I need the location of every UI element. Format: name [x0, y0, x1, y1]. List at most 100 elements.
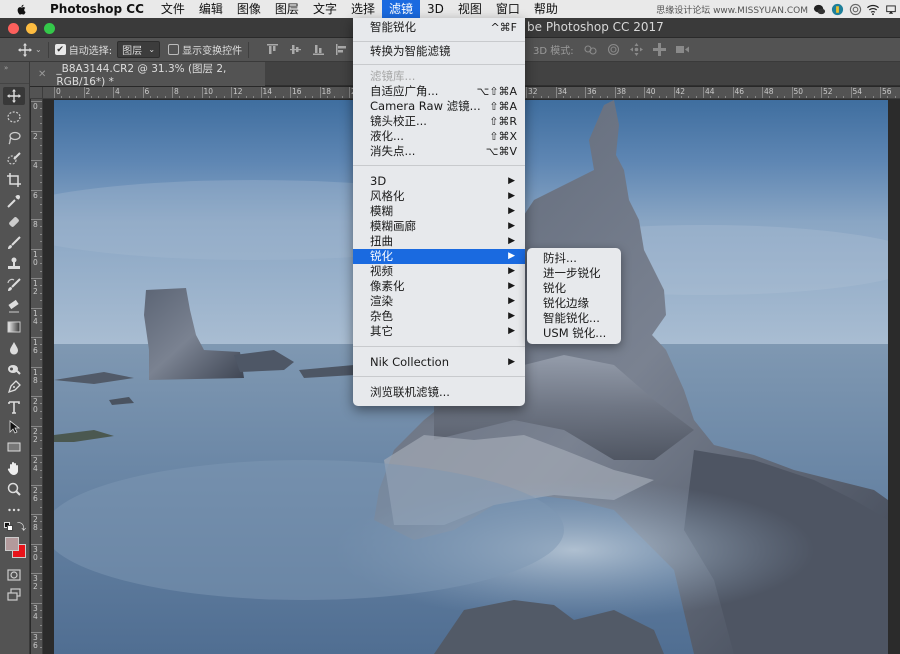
submenu-arrow-icon: ▶ — [508, 311, 515, 321]
history-brush-tool[interactable] — [3, 276, 25, 294]
ruler-label: 14 — [33, 308, 38, 326]
wifi-icon[interactable] — [866, 2, 880, 16]
auto-select-target-dropdown[interactable]: 图层 ⌄ — [117, 41, 161, 58]
menu-item-video[interactable]: 视频 ▶ — [353, 264, 525, 279]
align-left-icon[interactable] — [336, 44, 347, 55]
blur-tool[interactable] — [3, 339, 25, 357]
crop-tool[interactable] — [3, 171, 25, 189]
submenu-item-sharpen-more[interactable]: 进一步锐化 — [543, 266, 601, 281]
path-selection-tool[interactable] — [3, 418, 25, 436]
menu-item-blur[interactable]: 模糊 ▶ — [353, 204, 525, 219]
menu-window[interactable]: 窗口 — [489, 0, 527, 18]
wechat-icon[interactable] — [812, 2, 826, 16]
menu-view[interactable]: 视图 — [451, 0, 489, 18]
menu-item-lens-correction[interactable]: 镜头校正... ⇧⌘R — [353, 114, 525, 129]
submenu-item-sharpen[interactable]: 锐化 — [543, 281, 566, 296]
eraser-tool[interactable] — [3, 297, 25, 315]
menu-image[interactable]: 图像 — [230, 0, 268, 18]
menu-item-3d[interactable]: 3D ▶ — [353, 174, 525, 189]
gradient-tool[interactable] — [3, 318, 25, 336]
swap-colors-icon[interactable]: ⤵ — [17, 520, 26, 533]
ruler-origin[interactable] — [30, 87, 43, 99]
quick-selection-tool[interactable] — [3, 150, 25, 168]
lasso-tool[interactable] — [3, 129, 25, 147]
menu-item-liquify[interactable]: 液化... ⇧⌘X — [353, 129, 525, 144]
menu-item-distort[interactable]: 扭曲 ▶ — [353, 234, 525, 249]
tool-preset-chevron-icon[interactable]: ⌄ — [35, 45, 42, 54]
vertical-ruler[interactable]: 024681012141618202224262830323436 — [31, 99, 43, 654]
zoom-tool[interactable] — [3, 480, 25, 498]
quick-mask-icon[interactable] — [3, 566, 25, 584]
3d-pan-icon[interactable] — [629, 43, 643, 56]
menu-item-stylize[interactable]: 风格化 ▶ — [353, 189, 525, 204]
menu-help[interactable]: 帮助 — [527, 0, 565, 18]
clone-stamp-tool[interactable] — [3, 255, 25, 273]
menu-item-blur-gallery[interactable]: 模糊画廊 ▶ — [353, 219, 525, 234]
3d-camera-icon[interactable] — [675, 43, 689, 56]
menu-select[interactable]: 选择 — [344, 0, 382, 18]
menu-file[interactable]: 文件 — [154, 0, 192, 18]
menu-item-convert-smart-filters[interactable]: 转换为智能滤镜 — [353, 44, 525, 59]
app-status-icon[interactable] — [830, 2, 844, 16]
default-colors-icon[interactable] — [4, 522, 13, 531]
marquee-tool[interactable] — [3, 108, 25, 126]
cloud-icon[interactable] — [848, 2, 862, 16]
menu-3d[interactable]: 3D — [420, 0, 451, 18]
show-transform-checkbox[interactable] — [168, 44, 180, 55]
menu-item-render[interactable]: 渲染 ▶ — [353, 294, 525, 309]
document-tab-title: _B8A3144.CR2 @ 31.3% (图层 2, RGB/16*) * — [56, 62, 227, 88]
move-tool[interactable] — [3, 87, 25, 105]
move-tool-preset-icon[interactable] — [18, 42, 32, 57]
ruler-label: 16 — [292, 87, 302, 96]
rectangle-tool[interactable] — [3, 438, 25, 456]
ruler-label: 6 — [144, 87, 150, 96]
eyedropper-tool[interactable] — [3, 192, 25, 210]
3d-roll-icon[interactable] — [607, 43, 620, 56]
submenu-item-shake-reduction[interactable]: 防抖... — [543, 251, 577, 266]
menu-item-vanishing-point[interactable]: 消失点... ⌥⌘V — [353, 144, 525, 159]
menu-item-browse-filters-online[interactable]: 浏览联机滤镜... — [353, 385, 525, 400]
hand-tool[interactable] — [3, 459, 25, 477]
menu-edit[interactable]: 编辑 — [192, 0, 230, 18]
menu-item-camera-raw[interactable]: Camera Raw 滤镜... ⇧⌘A — [353, 99, 525, 114]
menu-item-sharpen[interactable]: 锐化 ▶ — [353, 249, 525, 264]
type-tool[interactable] — [3, 398, 25, 416]
ruler-label: 48 — [764, 87, 774, 96]
close-window-button[interactable] — [8, 23, 19, 34]
menu-type[interactable]: 文字 — [306, 0, 344, 18]
menu-item-nik-collection[interactable]: Nik Collection ▶ — [353, 355, 525, 370]
dodge-tool[interactable] — [3, 360, 25, 378]
3d-slide-icon[interactable] — [652, 43, 666, 56]
auto-select-checkbox[interactable]: ✔ — [54, 44, 66, 55]
submenu-arrow-icon: ▶ — [508, 221, 515, 231]
airplay-icon[interactable] — [884, 2, 898, 16]
foreground-color-swatch[interactable] — [5, 537, 19, 551]
3d-orbit-icon[interactable] — [584, 43, 597, 56]
apple-logo-icon[interactable] — [15, 2, 29, 16]
menu-item-adaptive-wide-angle[interactable]: 自适应广角... ⌥⇧⌘A — [353, 84, 525, 99]
align-vcenter-icon[interactable] — [290, 44, 302, 55]
align-top-icon[interactable] — [267, 44, 279, 55]
menu-item-noise[interactable]: 杂色 ▶ — [353, 309, 525, 324]
screen-mode-icon[interactable] — [3, 586, 25, 604]
submenu-item-sharpen-edges[interactable]: 锐化边缘 — [543, 296, 589, 311]
zoom-window-button[interactable] — [44, 23, 55, 34]
menu-layer[interactable]: 图层 — [268, 0, 306, 18]
brush-tool[interactable] — [3, 234, 25, 252]
menu-item-pixelate[interactable]: 像素化 ▶ — [353, 279, 525, 294]
pen-tool[interactable] — [3, 378, 25, 396]
menu-item-last-filter[interactable]: 智能锐化 ^⌘F — [353, 20, 525, 35]
menu-item-other[interactable]: 其它 ▶ — [353, 324, 525, 339]
align-bottom-icon[interactable] — [313, 44, 325, 55]
document-tab[interactable]: ✕ _B8A3144.CR2 @ 31.3% (图层 2, RGB/16*) * — [30, 62, 265, 88]
menu-filter[interactable]: 滤镜 — [381, 0, 420, 18]
more-tools-icon[interactable] — [3, 501, 25, 519]
close-tab-icon[interactable]: ✕ — [38, 69, 46, 80]
minimize-window-button[interactable] — [26, 23, 37, 34]
ruler-label: 20 — [33, 397, 38, 414]
menu-app-photoshop[interactable]: Photoshop CC — [43, 0, 154, 18]
healing-brush-tool[interactable] — [3, 213, 25, 231]
submenu-item-unsharp-mask[interactable]: USM 锐化... — [543, 326, 606, 341]
panel-collapse-grip[interactable]: » — [0, 62, 29, 84]
submenu-item-smart-sharpen[interactable]: 智能锐化... — [543, 311, 600, 326]
